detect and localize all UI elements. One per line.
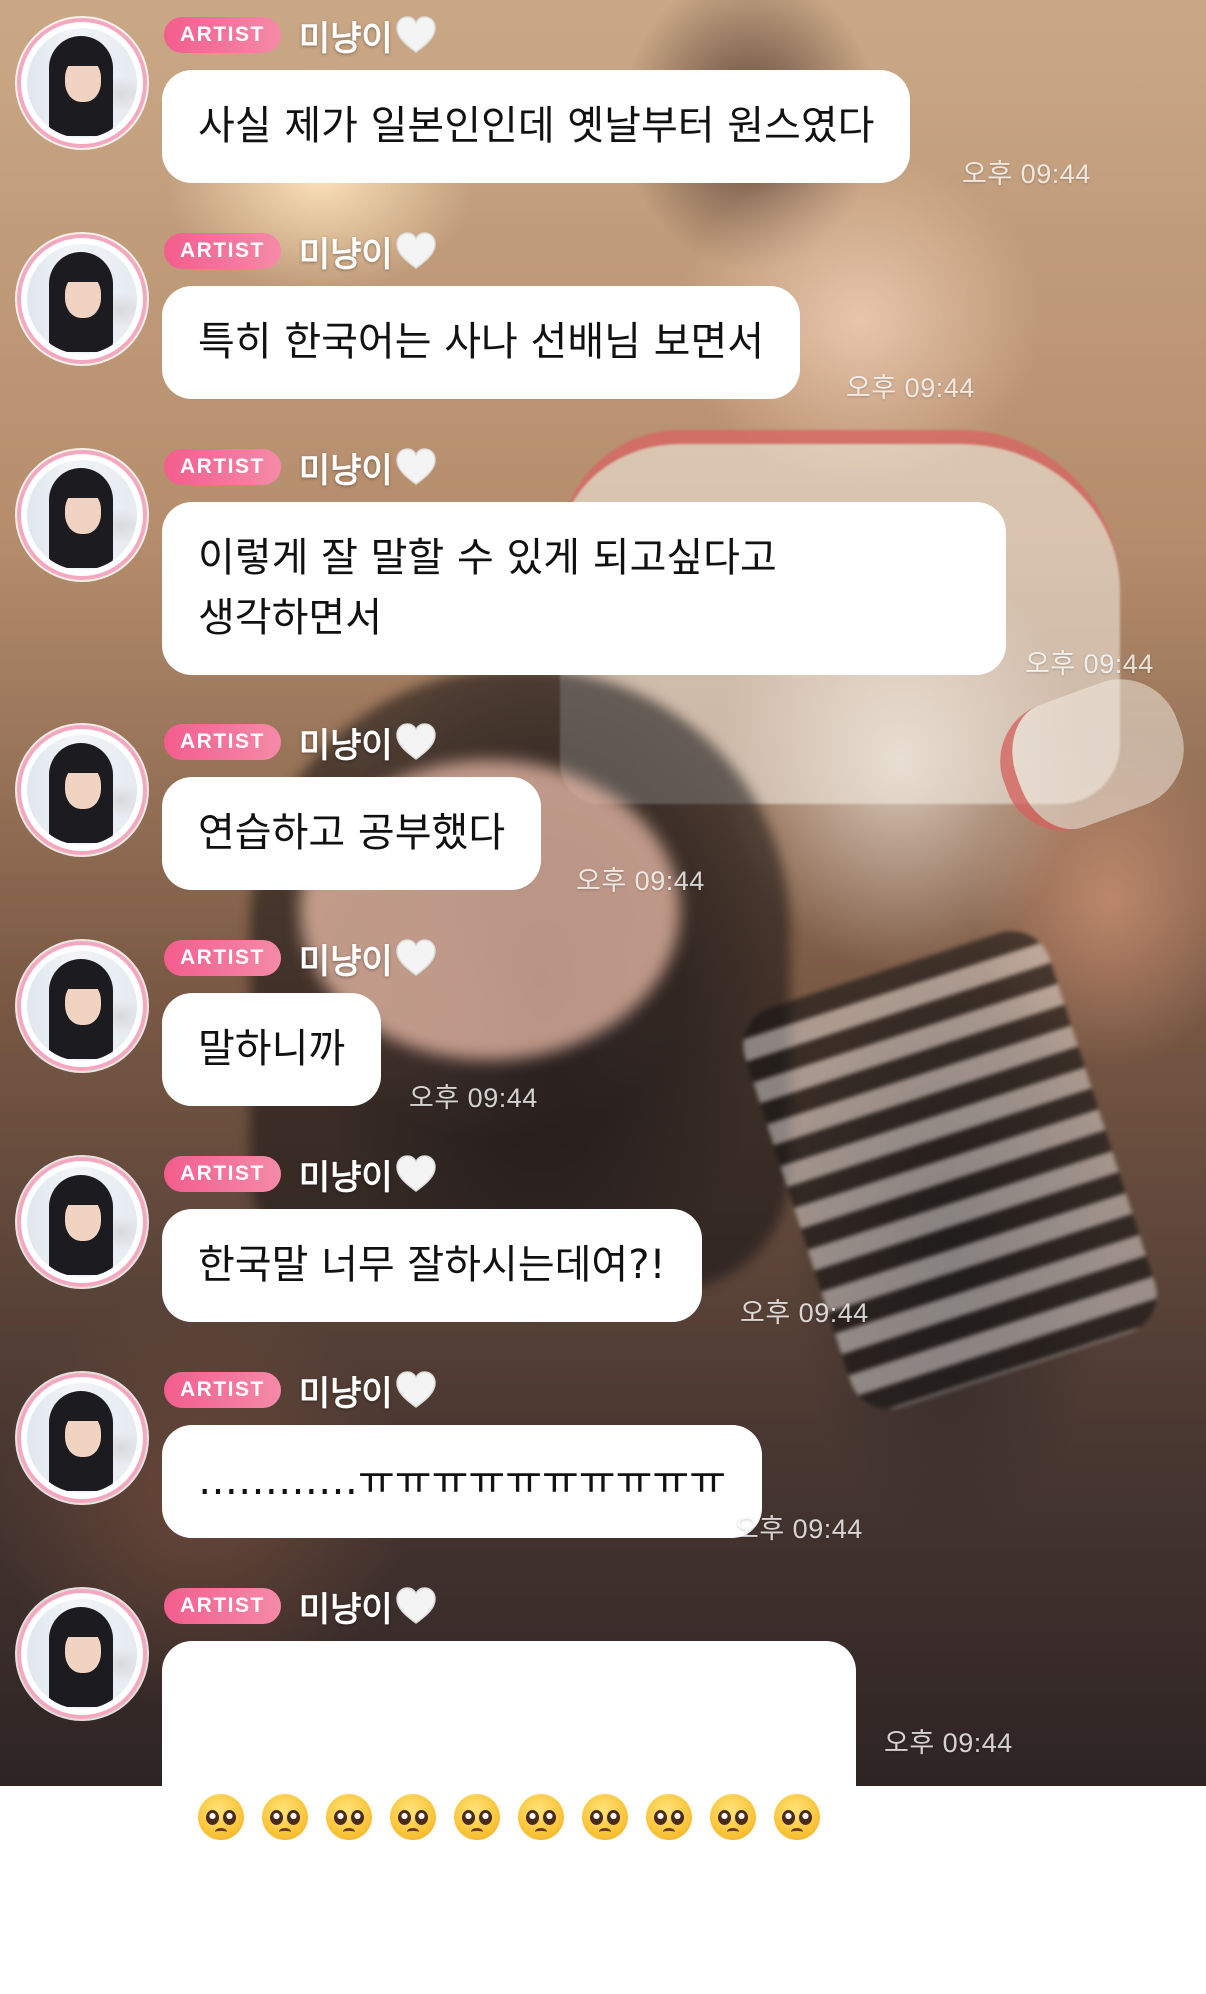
message-timestamp: 오후 09:44: [740, 1298, 869, 1328]
username[interactable]: 미냥이: [299, 718, 393, 767]
message-header: ARTIST 미냥이: [164, 16, 437, 59]
message-timestamp: 오후 09:44: [734, 1514, 863, 1544]
message-timestamp: 오후 09:44: [846, 373, 975, 403]
message-bubble[interactable]: 특히 한국어는 사나 선배님 보면서: [162, 286, 801, 399]
avatar[interactable]: [17, 450, 147, 580]
message-timestamp: 오후 09:44: [962, 159, 1091, 189]
message-bubble[interactable]: 이렇게 잘 말할 수 있게 되고싶다고 생각하면서: [162, 502, 1006, 675]
message-header: ARTIST 미냥이: [164, 1155, 437, 1198]
username[interactable]: 미냥이: [299, 1150, 393, 1199]
chat-message: ARTIST 미냥이 연습하고 공부했다 오후 09:44: [0, 707, 1206, 907]
username[interactable]: 미냥이: [299, 1582, 393, 1631]
artist-badge: ARTIST: [164, 449, 281, 485]
avatar[interactable]: [17, 1373, 147, 1503]
white-heart-icon: [395, 723, 436, 760]
message-timestamp: 오후 09:44: [1025, 649, 1154, 679]
pleading-face-emoji: [774, 1794, 820, 1840]
avatar[interactable]: [17, 725, 147, 855]
message-header: ARTIST 미냥이: [164, 723, 437, 766]
username[interactable]: 미냥이: [299, 11, 393, 60]
message-header: ARTIST 미냥이: [164, 1371, 437, 1414]
artist-badge: ARTIST: [164, 724, 281, 760]
message-timestamp: 오후 09:44: [409, 1083, 538, 1113]
white-heart-icon: [395, 939, 436, 976]
chat-message: ARTIST 미냥이 이렇게 잘 말할 수 있게 되고싶다고 생각하면서 오후 …: [0, 432, 1206, 692]
message-header: ARTIST 미냥이: [164, 1587, 437, 1630]
avatar[interactable]: [17, 234, 147, 364]
chat-message: ARTIST 미냥이 말하니까 오후 09:44: [0, 923, 1206, 1123]
message-header: ARTIST 미냥이: [164, 448, 437, 491]
message-timestamp: 오후 09:44: [884, 1728, 1013, 1758]
message-header: ARTIST 미냥이: [164, 232, 437, 275]
avatar[interactable]: [17, 941, 147, 1071]
white-heart-icon: [395, 1587, 436, 1624]
artist-badge: ARTIST: [164, 940, 281, 976]
artist-badge: ARTIST: [164, 1372, 281, 1408]
emoji-row: [198, 1787, 820, 1847]
username[interactable]: 미냥이: [299, 443, 393, 492]
pleading-face-emoji: [198, 1794, 244, 1840]
chat-message: ARTIST 미냥이 한국말 너무 잘하시는데여?! 오후 09:44: [0, 1139, 1206, 1339]
pleading-face-emoji: [582, 1794, 628, 1840]
username[interactable]: 미냥이: [299, 1366, 393, 1415]
message-header: ARTIST 미냥이: [164, 939, 437, 982]
message-bubble[interactable]: …………ㅠㅠㅠㅠㅠㅠㅠㅠㅠㅠ: [162, 1425, 762, 1538]
message-bubble[interactable]: 말하니까: [162, 993, 382, 1106]
message-bubble[interactable]: [162, 1641, 856, 1994]
chat-message: ARTIST 미냥이 …………ㅠㅠㅠㅠㅠㅠㅠㅠㅠㅠ 오후 09:44: [0, 1355, 1206, 1555]
pleading-face-emoji: [646, 1794, 692, 1840]
white-heart-icon: [395, 1155, 436, 1192]
artist-badge: ARTIST: [164, 1588, 281, 1624]
white-heart-icon: [395, 448, 436, 485]
white-heart-icon: [395, 1371, 436, 1408]
message-timestamp: 오후 09:44: [576, 866, 705, 896]
message-bubble[interactable]: 사실 제가 일본인인데 옛날부터 원스였다: [162, 70, 911, 183]
message-bubble[interactable]: 한국말 너무 잘하시는데여?!: [162, 1209, 702, 1322]
chat-message-list: ARTIST 미냥이 사실 제가 일본인인데 옛날부터 원스였다 오후 09:4…: [0, 0, 1206, 1994]
artist-badge: ARTIST: [164, 1156, 281, 1192]
username[interactable]: 미냥이: [299, 934, 393, 983]
pleading-face-emoji: [326, 1794, 372, 1840]
username[interactable]: 미냥이: [299, 227, 393, 276]
avatar[interactable]: [17, 1157, 147, 1287]
pleading-face-emoji: [710, 1794, 756, 1840]
pleading-face-emoji: [262, 1794, 308, 1840]
pleading-face-emoji: [454, 1794, 500, 1840]
chat-message: ARTIST 미냥이 오후 09:44: [0, 1571, 1206, 1994]
avatar[interactable]: [17, 1589, 147, 1719]
avatar[interactable]: [17, 18, 147, 148]
chat-message: ARTIST 미냥이 사실 제가 일본인인데 옛날부터 원스였다 오후 09:4…: [0, 0, 1206, 200]
artist-badge: ARTIST: [164, 233, 281, 269]
white-heart-icon: [395, 232, 436, 269]
artist-badge: ARTIST: [164, 17, 281, 53]
white-heart-icon: [395, 16, 436, 53]
message-bubble[interactable]: 연습하고 공부했다: [162, 777, 542, 890]
pleading-face-emoji: [390, 1794, 436, 1840]
chat-message: ARTIST 미냥이 특히 한국어는 사나 선배님 보면서 오후 09:44: [0, 216, 1206, 416]
pleading-face-emoji: [518, 1794, 564, 1840]
